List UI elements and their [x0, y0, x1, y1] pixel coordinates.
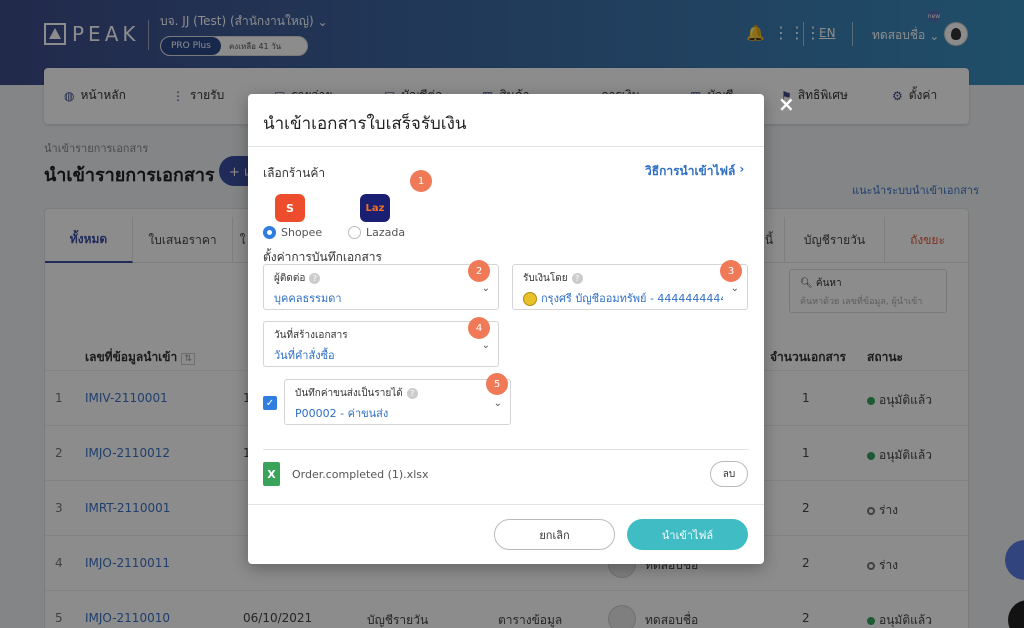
field-label: รับเงินโดย ?: [523, 271, 583, 286]
store-option-lazada[interactable]: Laz Lazada: [348, 194, 418, 242]
shipping-income-checkbox[interactable]: ✓: [263, 396, 277, 410]
field-label: วันที่สร้างเอกสาร: [274, 330, 348, 341]
field-value: P00002 - ค่าขนส่ง: [295, 407, 389, 420]
modal-divider: [248, 146, 764, 147]
shopee-bag-icon: S: [275, 194, 305, 222]
store-name: Lazada: [366, 226, 406, 239]
contact-select[interactable]: ผู้ติดต่อ ? บุคคลธรรมดา ⌄: [263, 264, 499, 310]
field-label-text: รับเงินโดย: [523, 273, 568, 284]
cancel-button[interactable]: ยกเลิก: [494, 519, 615, 550]
step-badge-3: 3: [720, 260, 742, 282]
chevron-right-icon: ›: [739, 162, 745, 176]
chevron-down-icon: ⌄: [481, 283, 490, 294]
lazada-logo-icon: Laz: [360, 194, 390, 222]
uploaded-file-name: Order.completed (1).xlsx: [292, 468, 429, 481]
chevron-down-icon: ⌄: [493, 398, 502, 409]
modal-divider: [263, 449, 749, 450]
import-file-button[interactable]: นำเข้าไฟล์: [627, 519, 748, 550]
field-value: วันที่คำสั่งซื้อ: [274, 349, 335, 362]
store-name: Shopee: [281, 226, 323, 239]
close-icon[interactable]: ×: [778, 92, 795, 116]
field-label-text: ผู้ติดต่อ: [274, 273, 306, 284]
chevron-down-icon: ⌄: [730, 283, 739, 294]
modal-title: นำเข้าเอกสารใบเสร็จรับเงิน: [263, 114, 467, 134]
excel-file-icon: X: [263, 462, 280, 486]
select-store-label: เลือกร้านค้า: [263, 166, 326, 180]
received-by-select[interactable]: รับเงินโดย ? กรุงศรี บัญชีออมทรัพย์ - 44…: [512, 264, 748, 310]
field-label: บันทึกค่าขนส่งเป็นรายได้ ?: [295, 386, 418, 401]
field-value-text: กรุงศรี บัญชีออมทรัพย์ - 4444444444: [541, 292, 723, 305]
field-value: บุคคลธรรมดา: [274, 292, 342, 305]
help-icon[interactable]: ?: [406, 388, 418, 399]
help-icon[interactable]: ?: [309, 273, 321, 284]
chevron-down-icon: ⌄: [481, 340, 490, 351]
import-receipt-modal: นำเข้าเอกสารใบเสร็จรับเงิน เลือกร้านค้า …: [248, 94, 764, 564]
field-value: กรุงศรี บัญชีออมทรัพย์ - 4444444444: [523, 289, 723, 307]
step-badge-1: 1: [410, 170, 432, 192]
radio-shopee[interactable]: [263, 226, 276, 239]
step-badge-2: 2: [468, 260, 490, 282]
field-label-text: บันทึกค่าขนส่งเป็นรายได้: [295, 388, 403, 399]
step-badge-4: 4: [468, 317, 490, 339]
krungsri-bank-icon: [523, 292, 537, 306]
modal-divider: [248, 504, 764, 505]
help-icon[interactable]: ?: [571, 273, 583, 284]
field-label: ผู้ติดต่อ ?: [274, 271, 321, 286]
shipping-product-select[interactable]: บันทึกค่าขนส่งเป็นรายได้ ? P00002 - ค่าข…: [284, 379, 511, 425]
how-to-import-text: วิธีการนำเข้าไฟล์: [645, 164, 736, 178]
how-to-import-link[interactable]: วิธีการนำเข้าไฟล์ ›: [645, 162, 744, 181]
step-badge-5: 5: [486, 373, 508, 395]
radio-lazada[interactable]: [348, 226, 361, 239]
store-option-shopee[interactable]: S Shopee: [263, 194, 333, 242]
delete-file-button[interactable]: ลบ: [710, 461, 748, 487]
doc-date-select[interactable]: วันที่สร้างเอกสาร วันที่คำสั่งซื้อ ⌄: [263, 321, 499, 367]
